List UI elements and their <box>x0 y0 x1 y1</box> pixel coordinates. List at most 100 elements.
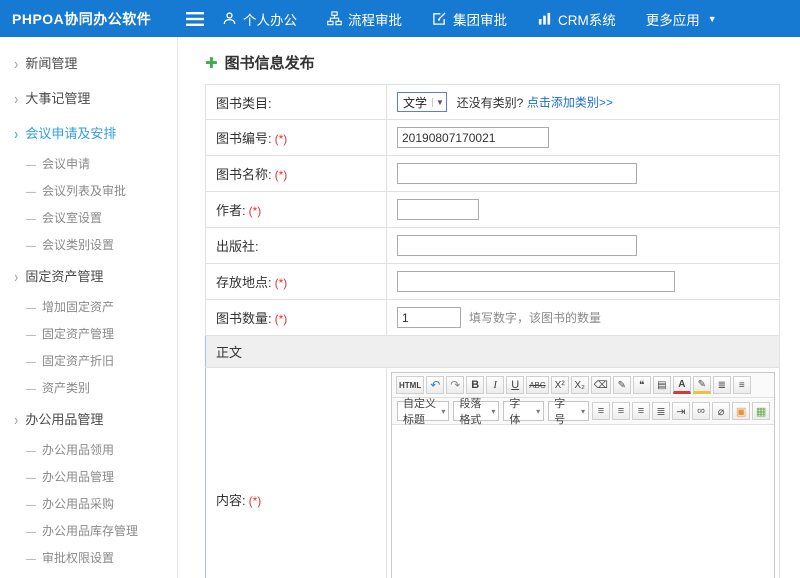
form-row-category: 图书类目: 文学 ▼ 还没有类别? 点击添加类别>> <box>206 85 780 120</box>
book-name-input[interactable] <box>397 163 637 184</box>
superscript-button[interactable]: X² <box>551 376 569 394</box>
bold-button[interactable]: B <box>466 376 484 394</box>
quantity-label: 图书数量: <box>216 311 272 326</box>
blockquote-button[interactable]: ❝ <box>633 376 651 394</box>
nav-label: 更多应用 <box>646 9 700 29</box>
sidebar-group-label: 办公用品管理 <box>25 412 103 427</box>
nav-item-personal-office[interactable]: 个人办公 <box>222 9 297 29</box>
author-input[interactable] <box>397 199 479 220</box>
align-justify-button[interactable]: ≣ <box>652 402 670 420</box>
sidebar-item-label: 会议列表及审批 <box>42 184 126 198</box>
dash-icon: — <box>26 214 36 225</box>
sidebar-group-news[interactable]: ›新闻管理 <box>0 45 177 80</box>
html-source-button[interactable]: HTML <box>396 376 424 394</box>
sidebar-item-label: 办公用品领用 <box>42 443 114 457</box>
undo-button[interactable]: ↶ <box>426 376 444 394</box>
sidebar-item-label: 办公用品库存管理 <box>42 524 138 538</box>
unordered-list-button[interactable]: ≡ <box>733 376 751 394</box>
italic-button[interactable]: I <box>486 376 504 394</box>
add-category-link[interactable]: 点击添加类别>> <box>527 96 613 110</box>
sidebar-group-events[interactable]: ›大事记管理 <box>0 80 177 115</box>
sidebar-item-meeting-list[interactable]: —会议列表及审批 <box>0 177 177 204</box>
sidebar-item-supplies-purchase[interactable]: —办公用品采购 <box>0 490 177 517</box>
top-bar: PHPOA协同办公软件 个人办公 流程审批 <box>0 0 800 37</box>
remove-format-button[interactable]: ⌫ <box>591 376 611 394</box>
sidebar-item-supplies-inventory[interactable]: — 办公用品库存管理 <box>0 517 177 544</box>
book-no-label: 图书编号: <box>216 131 272 146</box>
sidebar-item-asset-category[interactable]: —资产类别 <box>0 374 177 401</box>
indent-button[interactable]: ⇥ <box>672 402 690 420</box>
menu-toggle-button[interactable] <box>178 12 212 26</box>
form-row-author: 作者:(*) <box>206 192 780 228</box>
content-label: 内容: <box>216 493 246 508</box>
select-label: 自定义标题 <box>403 395 436 427</box>
sidebar-item-asset-add[interactable]: —增加固定资产 <box>0 293 177 320</box>
highlight-color-button[interactable]: ✎ <box>693 376 711 394</box>
font-family-select[interactable]: 字体 ▾ <box>503 401 544 421</box>
format-painter-button[interactable]: ✎ <box>613 376 631 394</box>
sidebar-group-meetings[interactable]: ›会议申请及安排 <box>0 115 177 150</box>
paragraph-format-select[interactable]: 段落格式 ▾ <box>453 401 499 421</box>
sidebar-item-meeting-room[interactable]: —会议室设置 <box>0 204 177 231</box>
font-size-select[interactable]: 字号 ▾ <box>548 401 589 421</box>
required-mark: (*) <box>275 132 288 146</box>
link-button[interactable]: ∞ <box>692 402 710 420</box>
sidebar-item-meeting-category[interactable]: —会议类别设置 <box>0 231 177 258</box>
select-label: 段落格式 <box>459 395 486 427</box>
sidebar-group-office-supplies[interactable]: ›办公用品管理 <box>0 401 177 436</box>
nav-item-more-apps[interactable]: 更多应用 ▼ <box>646 9 717 29</box>
insert-image-button[interactable]: ▣ <box>732 402 750 420</box>
font-color-button[interactable]: A <box>673 376 691 394</box>
form-row-location: 存放地点:(*) <box>206 264 780 300</box>
nav-item-process-approval[interactable]: 流程审批 <box>327 9 402 29</box>
dash-icon: — <box>26 527 36 538</box>
category-hint: 还没有类别? <box>457 96 524 110</box>
chevron-down-icon: ▾ <box>536 407 540 416</box>
sidebar-item-asset-manage[interactable]: —固定资产管理 <box>0 320 177 347</box>
sidebar-item-supplies-category[interactable]: —办公用品分类设置 <box>0 571 177 578</box>
sidebar-item-meeting-apply[interactable]: —会议申请 <box>0 150 177 177</box>
sidebar-item-label: 会议类别设置 <box>42 238 114 252</box>
dash-icon: — <box>26 357 36 368</box>
dash-icon: — <box>26 473 36 484</box>
sidebar-item-supplies-manage[interactable]: —办公用品管理 <box>0 463 177 490</box>
nav-label: 个人办公 <box>243 9 297 29</box>
publisher-input[interactable] <box>397 235 637 256</box>
dash-icon: — <box>26 330 36 341</box>
form-row-book-no: 图书编号:(*) <box>206 120 780 156</box>
sidebar-group-label: 大事记管理 <box>25 91 90 106</box>
editor-content-area[interactable] <box>392 425 774 578</box>
category-select[interactable]: 文学 ▼ <box>397 92 447 112</box>
paste-button[interactable]: ▤ <box>653 376 671 394</box>
workflow-icon <box>327 11 342 26</box>
quantity-input[interactable] <box>397 307 461 328</box>
book-name-label: 图书名称: <box>216 167 272 182</box>
subscript-button[interactable]: X₂ <box>571 376 589 394</box>
sidebar: ›新闻管理 ›大事记管理 ›会议申请及安排 —会议申请 —会议列表及审批 —会议… <box>0 37 178 578</box>
category-label-cell: 图书类目: <box>206 85 387 120</box>
sidebar-item-asset-depreciation[interactable]: —固定资产折旧 <box>0 347 177 374</box>
sidebar-item-approval-permission[interactable]: —审批权限设置 <box>0 544 177 571</box>
book-no-input[interactable] <box>397 127 549 148</box>
sidebar-item-supplies-claim[interactable]: —办公用品领用 <box>0 436 177 463</box>
main-content: ✚ 图书信息发布 图书类目: 文学 ▼ 还没有类别? 点击添加类别>> 图书编号… <box>179 37 800 578</box>
insert-map-button[interactable]: ▦ <box>752 402 770 420</box>
nav-item-crm[interactable]: CRM系统 <box>537 9 616 29</box>
sidebar-group-fixed-assets[interactable]: ›固定资产管理 <box>0 258 177 293</box>
align-left-button[interactable]: ≡ <box>592 402 610 420</box>
custom-title-select[interactable]: 自定义标题 ▾ <box>397 401 449 421</box>
location-input[interactable] <box>397 271 675 292</box>
unlink-button[interactable]: ⌀ <box>712 402 730 420</box>
ordered-list-button[interactable]: ≣ <box>713 376 731 394</box>
redo-button[interactable]: ↷ <box>446 376 464 394</box>
sidebar-item-label: 资产类别 <box>42 381 90 395</box>
strikethrough-button[interactable]: ABC <box>526 376 548 394</box>
sidebar-item-label: 增加固定资产 <box>42 300 114 314</box>
align-right-button[interactable]: ≡ <box>632 402 650 420</box>
nav-item-group-approval[interactable]: 集团审批 <box>432 9 507 29</box>
underline-button[interactable]: U <box>506 376 524 394</box>
form-row-publisher: 出版社: <box>206 228 780 264</box>
align-center-button[interactable]: ≡ <box>612 402 630 420</box>
chevron-right-icon: › <box>14 125 18 143</box>
author-label: 作者: <box>216 203 246 218</box>
